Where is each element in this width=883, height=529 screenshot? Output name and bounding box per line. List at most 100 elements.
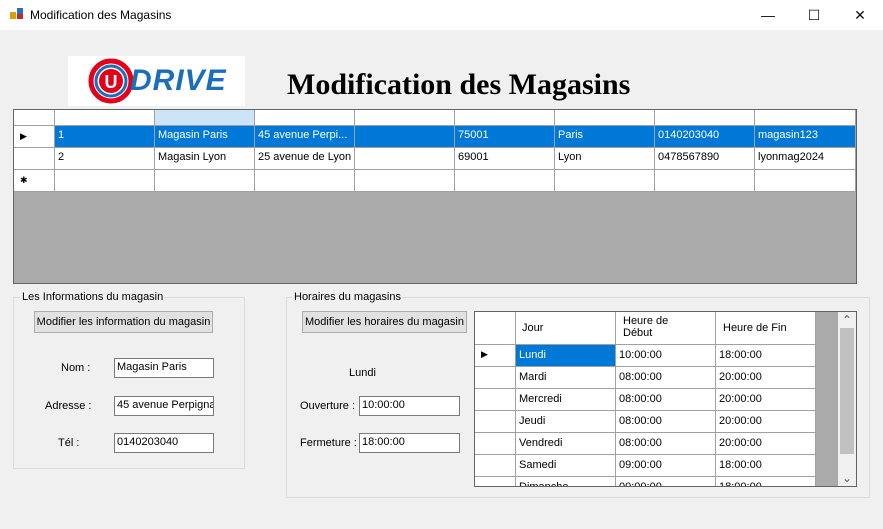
- maximize-button[interactable]: ☐: [791, 0, 837, 30]
- cell-address[interactable]: [255, 170, 355, 192]
- cell-postcode[interactable]: 75001: [455, 126, 555, 148]
- cell-day[interactable]: Dimanche: [516, 477, 616, 486]
- close-button[interactable]: ✕: [837, 0, 883, 30]
- grid-corner[interactable]: [14, 110, 55, 126]
- adresse-label: Adresse :: [45, 400, 92, 412]
- column-header-fin[interactable]: Heure de Fin: [716, 312, 816, 345]
- table-row[interactable]: Samedi 09:00:00 18:00:00: [475, 455, 816, 477]
- cell-end[interactable]: 18:00:00: [716, 455, 816, 477]
- nom-label: Nom :: [61, 362, 91, 374]
- cell-start[interactable]: 08:00:00: [616, 367, 716, 389]
- tel-field[interactable]: 0140203040: [114, 433, 214, 453]
- cell-end[interactable]: 20:00:00: [716, 433, 816, 455]
- cell-name[interactable]: Magasin Lyon: [155, 148, 255, 170]
- row-indicator[interactable]: [475, 367, 516, 389]
- cell-day[interactable]: Mercredi: [516, 389, 616, 411]
- cell-address[interactable]: 45 avenue Perpi...: [255, 126, 355, 148]
- cell-start[interactable]: 00:00:00: [616, 477, 716, 486]
- column-header[interactable]: [155, 110, 255, 126]
- cell-password[interactable]: lyonmag2024: [755, 148, 856, 170]
- cell-end[interactable]: 20:00:00: [716, 367, 816, 389]
- table-row[interactable]: ▶ Lundi 10:00:00 18:00:00: [475, 345, 816, 367]
- cell-name[interactable]: Magasin Paris: [155, 126, 255, 148]
- table-row[interactable]: 2 Magasin Lyon 25 avenue de Lyon 69001 L…: [14, 148, 856, 170]
- cell-password[interactable]: magasin123: [755, 126, 856, 148]
- cell-id[interactable]: [55, 170, 155, 192]
- row-indicator[interactable]: ▶: [14, 126, 55, 148]
- cell-end[interactable]: 18:00:00: [716, 345, 816, 367]
- column-header[interactable]: [555, 110, 655, 126]
- scroll-up-icon[interactable]: ⌃: [838, 312, 856, 328]
- cell-day[interactable]: Jeudi: [516, 411, 616, 433]
- hours-header-row: Jour Heure de Début Heure de Fin: [475, 312, 816, 345]
- cell-phone[interactable]: 0478567890: [655, 148, 755, 170]
- cell-start[interactable]: 10:00:00: [616, 345, 716, 367]
- cell-city[interactable]: Lyon: [555, 148, 655, 170]
- column-header[interactable]: [455, 110, 555, 126]
- row-indicator[interactable]: [14, 148, 55, 170]
- store-info-group-title: Les Informations du magasin: [20, 291, 166, 303]
- cell-address[interactable]: 25 avenue de Lyon: [255, 148, 355, 170]
- new-row-indicator[interactable]: ✱: [14, 170, 55, 192]
- nom-field[interactable]: Magasin Paris: [114, 358, 214, 378]
- cell-start[interactable]: 08:00:00: [616, 389, 716, 411]
- row-indicator[interactable]: ▶: [475, 345, 516, 367]
- cell-postcode[interactable]: 69001: [455, 148, 555, 170]
- column-header[interactable]: [655, 110, 755, 126]
- cell-day[interactable]: Samedi: [516, 455, 616, 477]
- cell-city[interactable]: Paris: [555, 126, 655, 148]
- scrollbar-thumb[interactable]: [840, 328, 854, 454]
- stores-grid[interactable]: ▶ 1 Magasin Paris 45 avenue Perpi... 750…: [13, 109, 857, 284]
- column-header[interactable]: [755, 110, 856, 126]
- column-header-jour[interactable]: Jour: [516, 312, 616, 345]
- cell-password[interactable]: [755, 170, 856, 192]
- cell-name[interactable]: [155, 170, 255, 192]
- cell-day[interactable]: Mardi: [516, 367, 616, 389]
- cell-address2[interactable]: [355, 148, 455, 170]
- table-row[interactable]: Dimanche 00:00:00 18:00:00: [475, 477, 816, 486]
- hours-grid-corner[interactable]: [475, 312, 516, 345]
- table-row[interactable]: Jeudi 08:00:00 20:00:00: [475, 411, 816, 433]
- cell-city[interactable]: [555, 170, 655, 192]
- row-indicator[interactable]: [475, 389, 516, 411]
- hours-grid-empty-area: [816, 312, 838, 486]
- column-header[interactable]: [255, 110, 355, 126]
- row-indicator[interactable]: [475, 455, 516, 477]
- edit-hours-button[interactable]: Modifier les horaires du magasin: [302, 311, 467, 333]
- cell-phone[interactable]: 0140203040: [655, 126, 755, 148]
- cell-start[interactable]: 09:00:00: [616, 455, 716, 477]
- cell-id[interactable]: 1: [55, 126, 155, 148]
- cell-start[interactable]: 08:00:00: [616, 411, 716, 433]
- cell-end[interactable]: 20:00:00: [716, 411, 816, 433]
- row-indicator[interactable]: [475, 477, 516, 486]
- table-row[interactable]: Mercredi 08:00:00 20:00:00: [475, 389, 816, 411]
- cell-day[interactable]: Vendredi: [516, 433, 616, 455]
- cell-postcode[interactable]: [455, 170, 555, 192]
- row-indicator[interactable]: [475, 433, 516, 455]
- cell-address2[interactable]: [355, 126, 455, 148]
- cell-end[interactable]: 20:00:00: [716, 389, 816, 411]
- table-row[interactable]: Vendredi 08:00:00 20:00:00: [475, 433, 816, 455]
- cell-day[interactable]: Lundi: [516, 345, 616, 367]
- hours-grid[interactable]: Jour Heure de Début Heure de Fin ▶ Lundi…: [474, 311, 857, 487]
- window-title: Modification des Magasins: [30, 8, 172, 22]
- cell-phone[interactable]: [655, 170, 755, 192]
- cell-end[interactable]: 18:00:00: [716, 477, 816, 486]
- adresse-field[interactable]: 45 avenue Perpigna: [114, 396, 214, 416]
- column-header-debut[interactable]: Heure de Début: [616, 312, 716, 345]
- table-row[interactable]: ▶ 1 Magasin Paris 45 avenue Perpi... 750…: [14, 126, 856, 148]
- fermeture-field[interactable]: 18:00:00: [359, 433, 460, 453]
- scroll-down-icon[interactable]: ⌄: [838, 470, 856, 486]
- column-header[interactable]: [355, 110, 455, 126]
- minimize-button[interactable]: —: [745, 0, 791, 30]
- cell-id[interactable]: 2: [55, 148, 155, 170]
- fermeture-label: Fermeture :: [300, 437, 357, 449]
- column-header[interactable]: [55, 110, 155, 126]
- new-row[interactable]: ✱: [14, 170, 856, 192]
- cell-address2[interactable]: [355, 170, 455, 192]
- edit-store-info-button[interactable]: Modifier les information du magasin: [34, 311, 213, 333]
- table-row[interactable]: Mardi 08:00:00 20:00:00: [475, 367, 816, 389]
- row-indicator[interactable]: [475, 411, 516, 433]
- ouverture-field[interactable]: 10:00:00: [359, 396, 460, 416]
- cell-start[interactable]: 08:00:00: [616, 433, 716, 455]
